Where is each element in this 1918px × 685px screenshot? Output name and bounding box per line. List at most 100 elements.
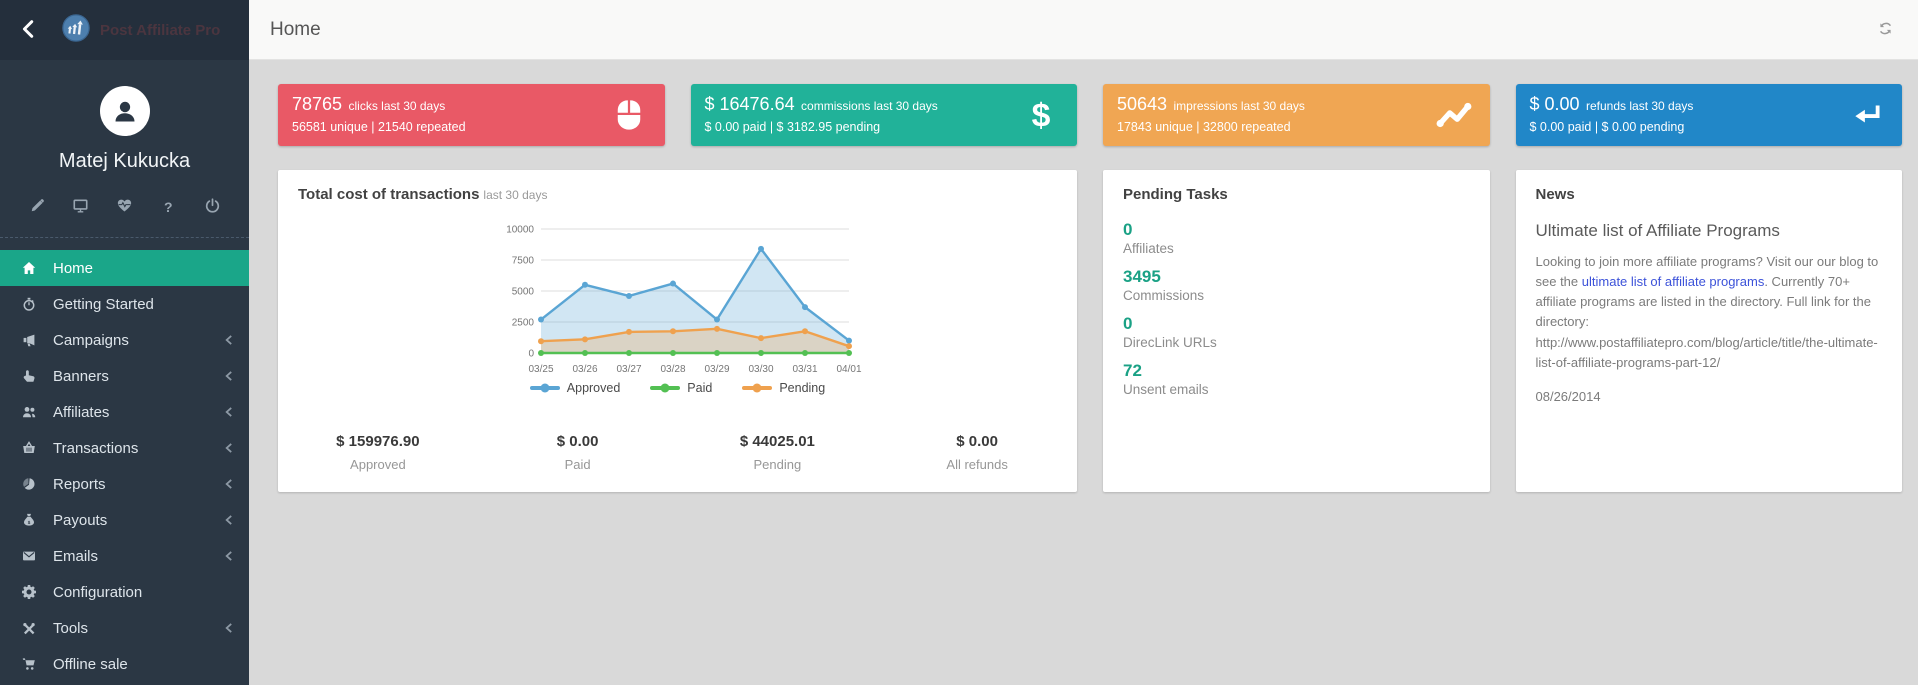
trend-line-icon (1436, 98, 1472, 132)
chart-title: Total cost of transactionslast 30 days (298, 186, 1057, 203)
bullhorn-icon (20, 333, 38, 347)
svg-text:$: $ (1032, 97, 1051, 133)
chevron-left-icon (224, 335, 233, 346)
impressions-label: impressions last 30 days (1174, 99, 1305, 113)
avatar (100, 86, 150, 136)
clicks-label: clicks last 30 days (349, 99, 446, 113)
chart-legend: Approved Paid Pending (298, 381, 1057, 395)
user-profile: Matej Kukucka (0, 60, 249, 173)
transactions-chart: 02500500075001000003/2503/2603/2703/2803… (298, 219, 1057, 381)
pending-tasks-title: Pending Tasks (1123, 186, 1470, 203)
logo-text: Post Affiliate Pro (100, 22, 220, 39)
svg-text:5000: 5000 (511, 287, 534, 298)
power-icon (205, 198, 220, 216)
home-icon (20, 261, 38, 275)
commissions-label: commissions last 30 days (801, 99, 938, 113)
refunds-value: $ 0.00 (1530, 94, 1580, 114)
collapse-sidebar-button[interactable] (10, 10, 48, 50)
svg-text:04/01: 04/01 (836, 364, 861, 375)
logo-icon (62, 14, 90, 47)
affiliate-programs-link[interactable]: ultimate list of affiliate programs (1582, 274, 1765, 289)
page-title: Home (270, 19, 321, 41)
task-direclink-urls[interactable]: 0 DirecLink URLs (1123, 313, 1470, 350)
edit-profile-button[interactable] (26, 197, 48, 217)
summary-pending: $ 44025.01 Pending (678, 433, 878, 472)
health-button[interactable] (114, 197, 136, 217)
gear-icon (20, 585, 38, 599)
task-affiliates[interactable]: 0 Affiliates (1123, 219, 1470, 256)
return-arrow-icon (1850, 100, 1884, 130)
stat-card-refunds[interactable]: $ 0.00 refunds last 30 days $ 0.00 paid … (1516, 84, 1903, 146)
chevron-left-icon (224, 443, 233, 454)
commissions-sub: $ 0.00 paid | $ 3182.95 pending (705, 120, 1064, 134)
refresh-button[interactable] (1877, 20, 1894, 40)
dollar-icon: $ (1023, 97, 1059, 133)
sidebar-item-campaigns[interactable]: Campaigns (0, 322, 249, 358)
topbar: Home (249, 0, 1918, 60)
envelope-icon (20, 549, 38, 563)
svg-text:0: 0 (528, 349, 534, 360)
summary-approved: $ 159976.90 Approved (278, 433, 478, 472)
person-icon (109, 95, 141, 127)
monitor-icon (73, 198, 88, 216)
users-icon (20, 405, 38, 419)
news-body: Looking to join more affiliate programs?… (1536, 252, 1883, 373)
summary-all-refunds: $ 0.00 All refunds (877, 433, 1077, 472)
stat-card-commissions[interactable]: $ 16476.64 commissions last 30 days $ 0.… (691, 84, 1078, 146)
svg-text:$: $ (28, 520, 31, 525)
stat-card-clicks[interactable]: 78765 clicks last 30 days 56581 unique |… (278, 84, 665, 146)
app-logo[interactable]: Post Affiliate Pro (62, 14, 220, 47)
pie-chart-icon (20, 477, 38, 491)
stopwatch-icon (20, 297, 38, 311)
sidebar-item-reports[interactable]: Reports (0, 466, 249, 502)
tools-icon (20, 621, 38, 635)
legend-approved: Approved (530, 381, 621, 395)
panels-row: Total cost of transactionslast 30 days 0… (278, 170, 1902, 492)
sidebar-item-affiliates[interactable]: Affiliates (0, 394, 249, 430)
dashboard-screen: Post Affiliate Pro Matej Kukucka (0, 0, 1918, 685)
chevron-left-icon (224, 551, 233, 562)
sidebar-item-tools[interactable]: Tools (0, 610, 249, 646)
sidebar-header: Post Affiliate Pro (0, 0, 249, 60)
sidebar-item-getting-started[interactable]: Getting Started (0, 286, 249, 322)
news-title: News (1536, 186, 1883, 203)
chart-summary: $ 159976.90 Approved $ 0.00 Paid $ 44025… (278, 433, 1077, 472)
task-unsent-emails[interactable]: 72 Unsent emails (1123, 360, 1470, 397)
svg-text:03/30: 03/30 (748, 364, 773, 375)
cart-icon (20, 657, 38, 671)
impressions-sub: 17843 unique | 32800 repeated (1117, 120, 1476, 134)
sidebar-item-emails[interactable]: Emails (0, 538, 249, 574)
refresh-icon (1877, 20, 1894, 40)
stat-card-impressions[interactable]: 50643 impressions last 30 days 17843 uni… (1103, 84, 1490, 146)
chart-subtitle: last 30 days (483, 188, 547, 202)
hand-pointer-icon (20, 369, 38, 383)
sidebar: Post Affiliate Pro Matej Kukucka (0, 0, 249, 685)
sidebar-item-payouts[interactable]: $ Payouts (0, 502, 249, 538)
impressions-value: 50643 (1117, 94, 1167, 114)
svg-text:03/27: 03/27 (616, 364, 641, 375)
sidebar-menu: Home Getting Started Campaigns Banners A… (0, 250, 249, 682)
sidebar-item-banners[interactable]: Banners (0, 358, 249, 394)
svg-text:03/28: 03/28 (660, 364, 685, 375)
svg-text:10000: 10000 (506, 225, 534, 236)
money-bag-icon: $ (20, 513, 38, 527)
question-icon: ? (164, 199, 173, 215)
refunds-sub: $ 0.00 paid | $ 0.00 pending (1530, 120, 1889, 134)
sidebar-item-home[interactable]: Home (0, 250, 249, 286)
commissions-value: $ 16476.64 (705, 94, 795, 114)
desktop-button[interactable] (70, 197, 92, 217)
refunds-label: refunds last 30 days (1586, 99, 1693, 113)
help-button[interactable]: ? (157, 197, 179, 217)
sidebar-item-offline-sale[interactable]: Offline sale (0, 646, 249, 682)
legend-pending: Pending (742, 381, 825, 395)
chevron-left-icon (224, 623, 233, 634)
quick-actions: ? (0, 197, 249, 217)
news-date: 08/26/2014 (1536, 389, 1883, 404)
sidebar-item-transactions[interactable]: Transactions (0, 430, 249, 466)
sidebar-item-configuration[interactable]: Configuration (0, 574, 249, 610)
task-commissions[interactable]: 3495 Commissions (1123, 266, 1470, 303)
basket-icon (20, 441, 38, 455)
stat-cards-row: 78765 clicks last 30 days 56581 unique |… (278, 84, 1902, 146)
pending-tasks-panel: Pending Tasks 0 Affiliates 3495 Commissi… (1103, 170, 1490, 492)
logout-button[interactable] (201, 197, 223, 217)
